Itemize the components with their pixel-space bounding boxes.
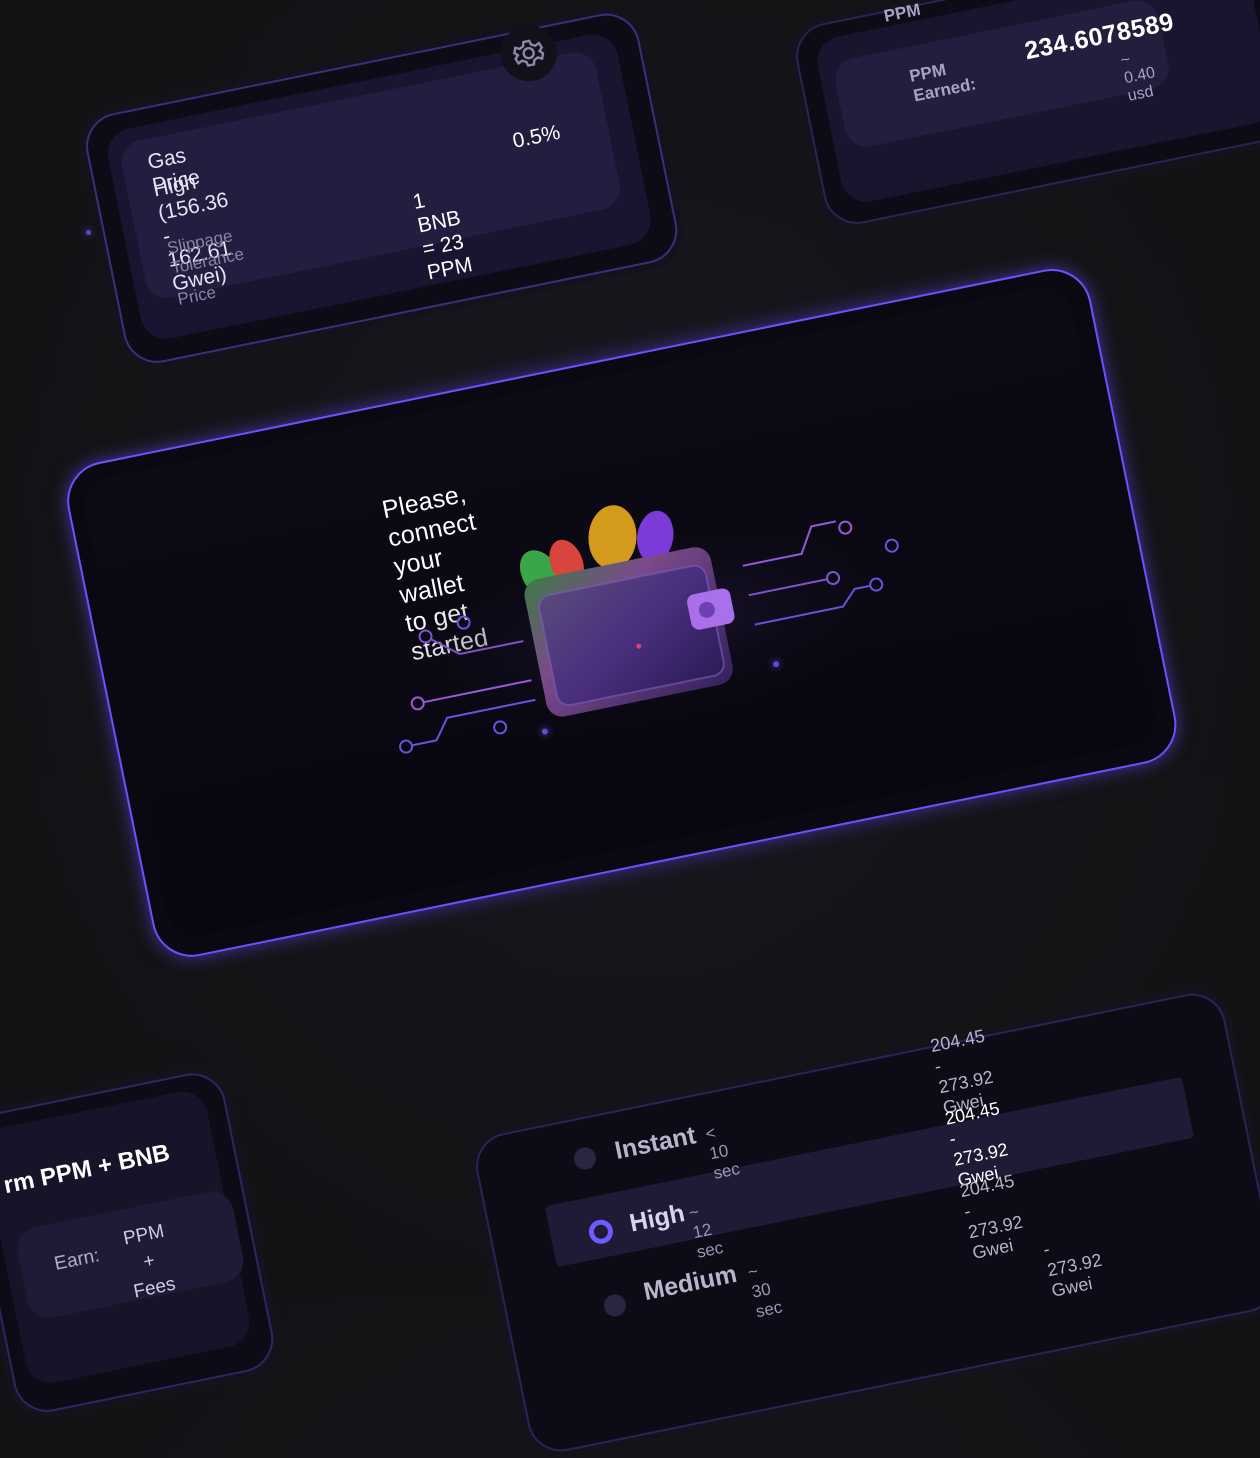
spark-dot — [86, 230, 91, 235]
gear-icon — [513, 39, 545, 67]
scene: Gas Price High (156.36 - 162.61 Gwei) 0.… — [0, 0, 1260, 1458]
settings-button[interactable] — [495, 20, 562, 87]
